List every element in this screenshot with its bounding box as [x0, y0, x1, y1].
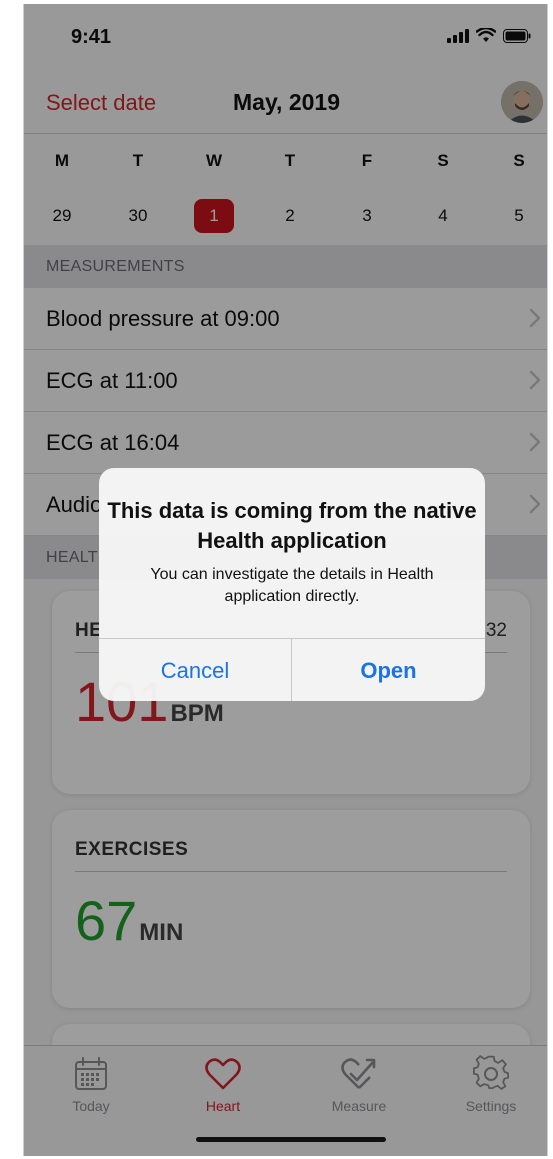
alert-dialog: This data is coming from the native Heal…	[99, 468, 485, 701]
alert-message: You can investigate the details in Healt…	[150, 566, 434, 605]
home-indicator	[196, 1137, 386, 1142]
alert-title: This data is coming from the native Heal…	[107, 498, 477, 553]
cancel-button[interactable]: Cancel	[99, 639, 292, 701]
left-margin	[0, 0, 23, 1159]
phone-screen: 9:41 Select date May, 2019 M T W T F S S…	[23, 4, 548, 1156]
alert-buttons: Cancel Open	[99, 638, 485, 701]
open-button[interactable]: Open	[292, 639, 485, 701]
